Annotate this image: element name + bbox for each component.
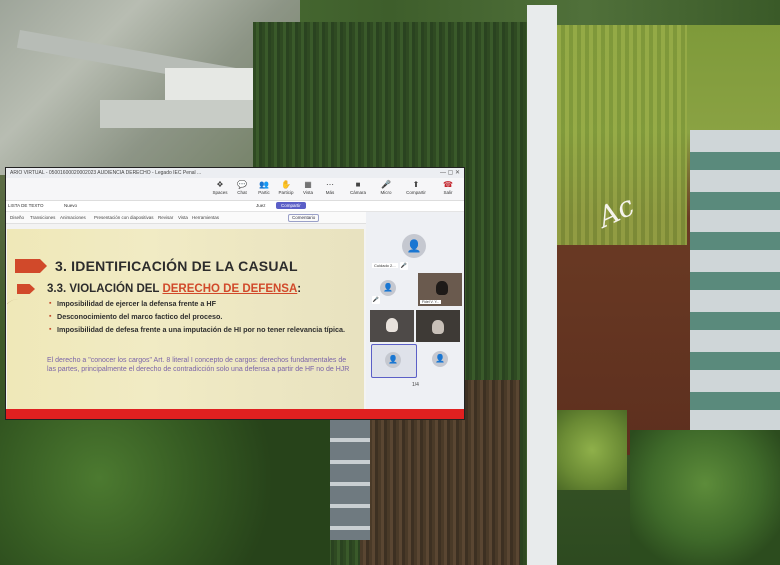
toolbar-label: Micro	[380, 190, 392, 195]
building-column	[527, 5, 557, 565]
subtitle-prefix: 3.3. VIOLACIÓN DEL	[47, 283, 163, 295]
window-title-bar: ARIO VIRTUAL - 05001600020002023 AUDIENC…	[6, 168, 464, 178]
arrow-icon	[15, 259, 47, 273]
raise-hand-icon: ✋	[281, 180, 291, 189]
ribbon-new[interactable]: Nuevo	[64, 203, 77, 208]
mic-muted-icon: 🎤	[400, 262, 408, 270]
shared-slide: 3. IDENTIFICACIÓN DE LA CASUAL 3.3. VIOL…	[7, 229, 364, 410]
meeting-toolbar: ❖ Spaces 💬 Chat 👥 Partic ✋ Particip ▦ Vista ⋯ Más ■ C…	[6, 178, 464, 201]
toolbar-label: Partic	[258, 190, 270, 195]
toolbar-label: Compartir	[406, 190, 426, 195]
vista-button[interactable]: ▦ Vista	[298, 180, 318, 195]
slide-subtitle: 3.3. VIOLACIÓN DEL DERECHO DE DEFENSA:	[47, 283, 301, 295]
toolbar-label: Más	[325, 190, 335, 195]
more-icon: ⋯	[326, 180, 334, 189]
partic-button[interactable]: 👥 Partic	[254, 180, 274, 195]
menu-tab-revisar[interactable]: Revisar	[158, 215, 173, 220]
participant-figure	[432, 320, 444, 334]
slide-title: 3. IDENTIFICACIÓN DE LA CASUAL	[55, 258, 298, 274]
plant	[557, 410, 627, 490]
micro-button[interactable]: 🎤 Micro	[376, 180, 396, 195]
toolbar-label: Particip	[278, 190, 294, 195]
red-banner	[6, 409, 464, 419]
avatar[interactable]: 👤	[432, 351, 448, 367]
view-icon: ▦	[304, 180, 312, 189]
participant-name: Cuidado 2...	[372, 263, 398, 268]
menu-tab-transiciones[interactable]: Transiciones	[30, 215, 55, 220]
building-roof	[165, 68, 260, 102]
menu-tab-vista[interactable]: Vista	[178, 215, 188, 220]
trees	[0, 420, 330, 565]
participant-video[interactable]: Fidel V. Y...	[418, 273, 462, 306]
spaces-icon: ❖	[216, 180, 224, 189]
participants-icon: 👥	[259, 180, 269, 189]
window-controls[interactable]: — ▢ ✕	[440, 168, 460, 178]
page-indicator: 1/4	[412, 382, 419, 388]
ribbon-user[interactable]: Juez	[256, 203, 266, 208]
salir-button[interactable]: ☎ Salir	[438, 180, 458, 195]
share-icon: ⬆	[412, 180, 420, 189]
list-item: Imposibilidad de ejercer la defensa fren…	[49, 299, 351, 308]
active-speaker-tile[interactable]: 👤	[371, 344, 417, 378]
ppt-ribbon: LISTA DE TEXTO Nuevo Juez Compartir	[6, 201, 464, 212]
participant-figure	[436, 281, 448, 295]
participant-video[interactable]	[370, 310, 414, 342]
participant-figure	[386, 318, 398, 332]
slide-decoration	[7, 299, 49, 410]
spaces-button[interactable]: ❖ Spaces	[210, 180, 230, 195]
menu-tab-herramientas[interactable]: Herramientas	[192, 215, 219, 220]
slide-bullets: Imposibilidad de ejercer la defensa fren…	[49, 299, 351, 338]
particip-button[interactable]: ✋ Particip	[276, 180, 296, 195]
mic-muted-icon: 🎤	[372, 296, 380, 304]
toolbar-label: Salir	[443, 190, 453, 195]
leave-icon: ☎	[443, 180, 453, 189]
toolbar-label: Chat	[237, 190, 247, 195]
building-windows	[690, 130, 780, 460]
slide-note: El derecho a "conocer los cargos" Art. 8…	[47, 357, 350, 373]
toolbar-label: Spaces	[212, 190, 228, 195]
list-item: Desconocimiento del marco factico del pr…	[49, 312, 351, 321]
participant-name: Fidel V. Y...	[420, 300, 442, 304]
participants-panel: 👤 Cuidado 2... 🎤 👤 🎤 Fidel V. Y... 👤 👤 1…	[366, 212, 464, 410]
avatar: 👤	[385, 352, 401, 368]
comment-button[interactable]: Comentario	[288, 214, 320, 222]
cámara-button[interactable]: ■ Cámara	[348, 180, 368, 195]
ribbon-doc-label[interactable]: LISTA DE TEXTO	[8, 203, 44, 208]
chat-icon: 💬	[237, 180, 247, 189]
share-button[interactable]: Compartir	[276, 202, 306, 209]
toolbar-label: Cámara	[349, 190, 366, 195]
menu-tab-animaciones[interactable]: Animaciones	[60, 215, 86, 220]
trees	[630, 430, 780, 565]
menu-tab-presentación[interactable]: Presentación con diapositivas	[94, 215, 154, 220]
más-button[interactable]: ⋯ Más	[320, 180, 340, 195]
avatar[interactable]: 👤	[402, 234, 426, 258]
chat-button[interactable]: 💬 Chat	[232, 180, 252, 195]
list-item: Imposibilidad de defesa frente a una imp…	[49, 325, 351, 334]
building-roof	[100, 100, 260, 128]
compartir-button[interactable]: ⬆ Compartir	[406, 180, 426, 195]
camera-icon: ■	[355, 180, 361, 189]
subtitle-suffix: :	[297, 283, 302, 295]
menu-tab-diseño[interactable]: Diseño	[10, 215, 24, 220]
arrow-icon	[17, 284, 35, 294]
video-call-window: ARIO VIRTUAL - 05001600020002023 AUDIENC…	[5, 167, 465, 420]
toolbar-label: Vista	[303, 190, 313, 195]
subtitle-highlight: DERECHO DE DEFENSA	[162, 283, 298, 295]
avatar[interactable]: 👤	[380, 280, 396, 296]
microphone-icon: 🎤	[381, 180, 391, 189]
window-title: ARIO VIRTUAL - 05001600020002023 AUDIENC…	[10, 170, 202, 176]
participant-video[interactable]	[416, 310, 460, 342]
